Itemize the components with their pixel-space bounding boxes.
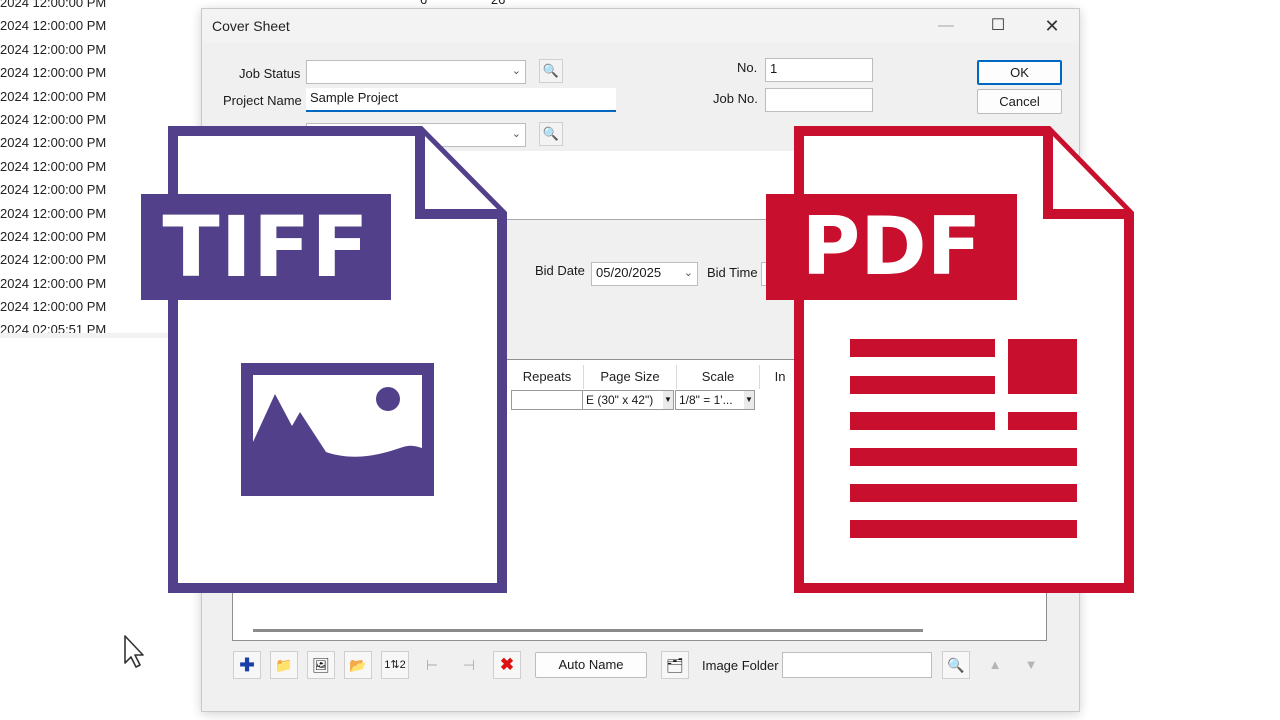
secondary-search-button[interactable]: 🔍 [539,122,563,146]
background-top-numbers: 6 26 [420,0,565,7]
plus-icon: ✚ [239,655,255,675]
open-folder-button[interactable]: 📂 [344,651,372,679]
tree-remove-icon: ⊣ [462,657,476,673]
image-folder-label: Image Folder [702,658,779,673]
bid-date-picker[interactable]: 05/20/2025 ⌄ [591,262,698,286]
arrow-down-icon: ▼ [1024,657,1038,672]
magnifier-icon: 🔍 [542,63,560,78]
numbering-button[interactable]: 1⇅2 [381,651,409,679]
column-header-repeats[interactable]: Repeats [511,365,584,389]
chevron-down-icon: ⌄ [511,128,521,140]
job-status-select[interactable]: ⌄ [306,60,526,84]
background-number: 26 [491,0,505,7]
image-folder-search-button[interactable]: 🔍 [942,651,970,679]
delete-button[interactable]: ✖ [493,651,521,679]
image-icon: 🖼 [312,657,330,673]
magnifier-icon: 🔍 [542,126,560,141]
column-header-scale[interactable]: Scale [677,365,760,389]
tiff-label: TIFF [162,198,370,296]
title-bar[interactable]: Cover Sheet — ☐ ✕ [202,9,1079,43]
background-number: 6 [420,0,427,7]
folder-browse-icon: 🗂 [666,657,684,673]
scale-cell[interactable]: 1/8" = 1'... ▼ [675,390,755,410]
job-status-search-button[interactable]: 🔍 [539,59,563,83]
folder-icon: 📂 [349,657,367,673]
bid-time-label: Bid Time [707,265,758,280]
no-value: 1 [770,61,778,76]
page-size-cell[interactable]: E (30" x 42") ▼ [582,390,674,410]
project-name-label: Project Name [223,93,302,108]
image-folder-input[interactable] [782,652,932,678]
list-item: 2024 12:00:00 PM [0,65,107,81]
repeats-cell[interactable] [511,390,583,410]
browse-folder-button[interactable]: 🗂 [661,651,689,679]
picture-icon [241,363,434,496]
list-item: 2024 12:00:00 PM [0,0,107,10]
arrow-up-icon: ▲ [988,657,1002,672]
move-up-button[interactable]: ▲ [981,651,1009,679]
minimize-icon[interactable]: — [924,13,968,39]
close-icon[interactable]: ✕ [1030,13,1074,39]
list-item: 2024 12:00:00 PM [0,88,107,104]
project-name-value: Sample Project [310,90,399,105]
job-no-label: Job No. [713,91,758,106]
chevron-down-icon: ⌄ [683,267,693,279]
job-no-input[interactable] [765,88,873,112]
folder-add-icon: 📁 [275,657,293,673]
pdf-label: PDF [801,200,982,293]
no-label: No. [737,60,758,75]
add-button[interactable]: ✚ [233,651,261,679]
mouse-cursor-icon [122,634,148,673]
add-image-button[interactable]: 🖼 [307,651,335,679]
pdf-file-graphic: PDF [765,126,1137,596]
bid-date-label: Bid Date [535,263,585,278]
tiff-file-graphic: TIFF [140,126,510,596]
cancel-button[interactable]: Cancel [977,89,1062,114]
tree-icon: ⊢ [425,657,439,673]
page-size-value: E (30" x 42") [586,393,654,407]
list-item: 2024 12:00:00 PM [0,18,107,34]
dropdown-arrow-icon[interactable]: ▼ [744,391,754,409]
magnifier-icon: 🔍 [947,657,965,673]
maximize-icon[interactable]: ☐ [976,13,1020,39]
list-item: 2024 12:00:00 PM [0,41,107,57]
horizontal-scrollbar[interactable] [253,629,923,632]
red-x-icon: ✖ [499,655,515,674]
numbering-icon: 1⇅2 [384,659,406,671]
scale-value: 1/8" = 1'... [679,393,733,407]
job-status-label: Job Status [239,66,301,81]
dialog-title: Cover Sheet [212,18,290,34]
add-files-button[interactable]: 📁 [270,651,298,679]
column-header-page-size[interactable]: Page Size [584,365,677,389]
project-name-input[interactable]: Sample Project [306,88,616,112]
ok-button[interactable]: OK [977,60,1062,85]
move-down-button[interactable]: ▼ [1017,651,1045,679]
bid-date-value: 05/20/2025 [596,265,662,280]
no-input[interactable]: 1 [765,58,873,82]
remove-child-button[interactable]: ⊣ [455,651,483,679]
dropdown-arrow-icon[interactable]: ▼ [663,391,673,409]
hierarchy-button[interactable]: ⊢ [418,651,446,679]
auto-name-button[interactable]: Auto Name [535,652,647,678]
chevron-down-icon: ⌄ [511,65,521,77]
